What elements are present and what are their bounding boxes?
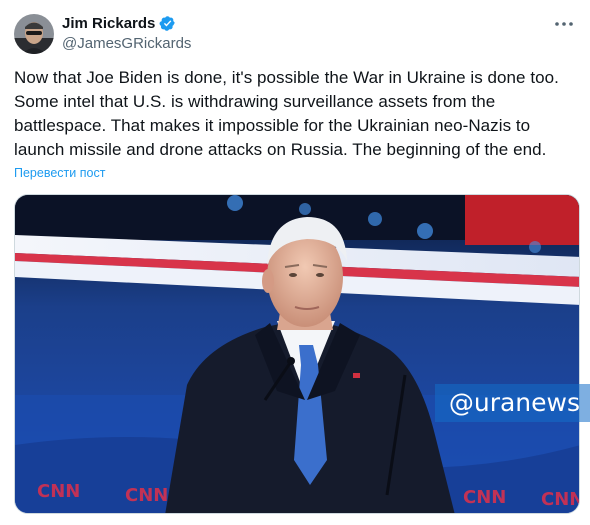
verified-badge-icon <box>159 15 176 32</box>
tweet-media[interactable]: CNN CNN CNN CNN CNN <box>14 194 580 514</box>
author-info: Jim Rickards @JamesGRickards <box>62 13 191 53</box>
cnn-logo: CNN <box>37 481 80 502</box>
uranews-watermark: @uranews <box>434 384 590 422</box>
more-options-icon[interactable] <box>552 14 576 34</box>
display-name[interactable]: Jim Rickards <box>62 15 155 32</box>
cnn-logo: CNN <box>463 487 506 508</box>
avatar[interactable] <box>14 14 54 54</box>
tweet-header: Jim Rickards @JamesGRickards <box>14 12 576 56</box>
media-photo: CNN CNN CNN CNN CNN <box>15 195 580 513</box>
tweet-text: Now that Joe Biden is done, it's possibl… <box>14 68 559 159</box>
author-handle[interactable]: @JamesGRickards <box>62 35 191 52</box>
display-name-row: Jim Rickards <box>62 13 191 33</box>
cnn-logo: CNN <box>541 489 580 510</box>
cnn-logo: CNN <box>125 485 168 506</box>
avatar-photo <box>14 14 54 54</box>
tweet-card: Jim Rickards @JamesGRickards Now that Jo… <box>0 0 590 525</box>
translate-post-link[interactable]: Перевести пост <box>14 166 105 180</box>
